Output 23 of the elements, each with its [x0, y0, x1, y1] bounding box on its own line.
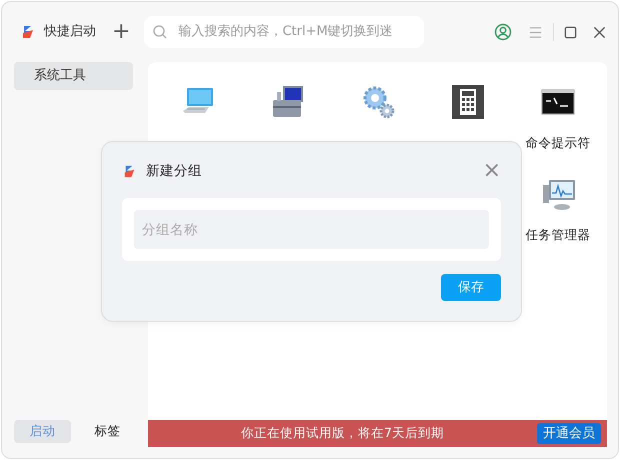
- app-title: 快捷启动: [44, 23, 96, 42]
- group-item[interactable]: 系统工具: [14, 62, 133, 90]
- launcher-label[interactable]: 任务管理器: [526, 226, 590, 245]
- search-box[interactable]: 输入搜索的内容，Ctrl+M键切换到迷: [144, 16, 424, 48]
- maximize-icon: [564, 26, 577, 38]
- close-icon: [593, 26, 606, 38]
- app-logo-icon: [20, 24, 36, 40]
- search-icon: [152, 24, 168, 40]
- app-logo-icon: [122, 164, 137, 178]
- bottom-tab[interactable]: 标签: [79, 420, 136, 443]
- maximize-button[interactable]: [564, 26, 577, 38]
- menu-icon: [528, 24, 543, 40]
- trial-message: 你正在使用试用版，将在7天后到期: [240, 424, 445, 442]
- calculator-icon: [449, 84, 487, 120]
- launcher-label[interactable]: 命令提示符: [526, 134, 590, 153]
- search-field[interactable]: 输入搜索的内容，Ctrl+M键切换到迷: [176, 21, 416, 43]
- user-icon: [494, 23, 512, 41]
- user-button[interactable]: [494, 23, 512, 41]
- add-button[interactable]: +: [108, 21, 134, 43]
- upgrade-button[interactable]: 开通会员: [537, 422, 601, 444]
- dialog-title: 新建分组: [146, 162, 202, 181]
- group-name-field[interactable]: 分组名称: [134, 210, 489, 249]
- close-button[interactable]: [593, 26, 606, 38]
